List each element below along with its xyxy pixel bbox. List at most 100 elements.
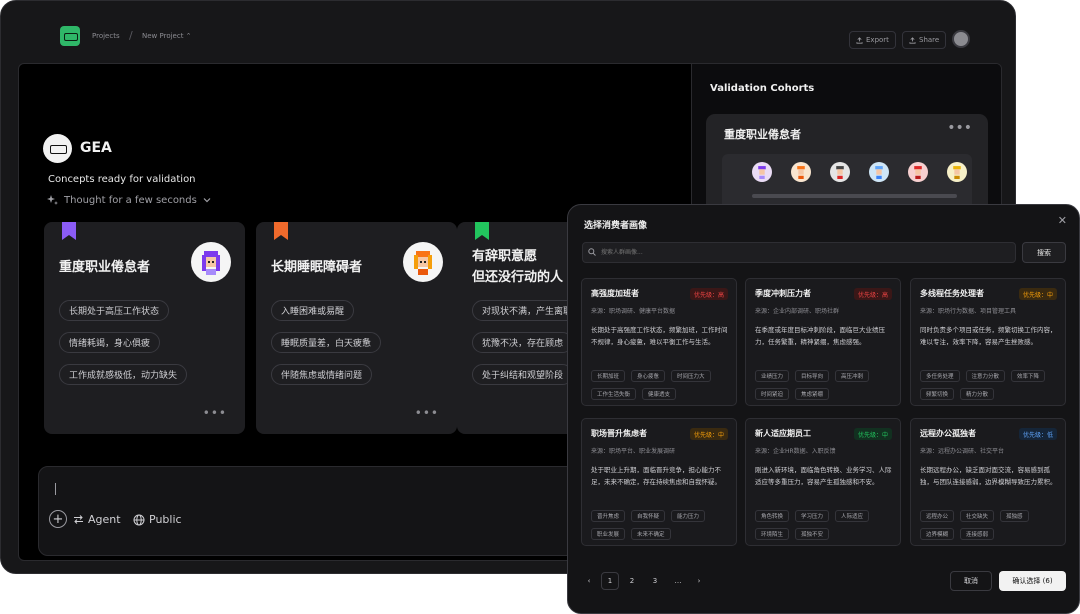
persona-source: 来源：职场平台、职业发展调研 — [591, 448, 676, 455]
persona-tag: 长期加班 — [591, 370, 626, 382]
globe-icon — [133, 514, 145, 525]
cancel-button[interactable]: 取消 — [950, 571, 992, 591]
concept-card[interactable]: 长期睡眠障碍者 入睡困难或易醒 睡眠质量差，白天疲惫 伴随焦虑或情绪问题 ••• — [256, 222, 457, 434]
priority-badge: 优先级：高 — [689, 288, 728, 300]
page-button[interactable]: 2 — [623, 572, 641, 590]
persona-tag: 精力分散 — [960, 388, 995, 400]
card-tag: 处于纠结和观望阶段 — [472, 364, 574, 385]
export-button[interactable]: Export — [849, 31, 896, 49]
persona-card[interactable]: 季度冲刺压力者 优先级：高 来源：企业内部调研、职场社群 在季度或年度目标冲刺阶段，面… — [745, 278, 901, 406]
persona-tag: 身心疲惫 — [631, 370, 666, 382]
persona-tag: 未来不确定 — [631, 528, 671, 540]
add-attachment-button[interactable]: + — [49, 510, 67, 528]
priority-badge: 优先级：中 — [689, 428, 728, 440]
swap-icon — [74, 515, 83, 524]
persona-tag: 业绩压力 — [755, 370, 790, 382]
persona-avatar-icon — [403, 242, 443, 282]
persona-tag: 晋升焦虑 — [591, 510, 626, 522]
page-button[interactable]: 1 — [601, 572, 619, 590]
priority-badge: 优先级：高 — [853, 288, 892, 300]
persona-tag: 孤独感 — [1000, 510, 1029, 522]
chevron-down-icon — [203, 198, 211, 203]
persona-avatar-icon — [191, 242, 231, 282]
card-title-line: 但还没行动的人 — [472, 270, 564, 285]
persona-card[interactable]: 新人适应期员工 优先级：中 来源：企业HR数据、入职反馈 刚进入新环境，面临角色转换、… — [745, 418, 901, 546]
persona-description: 长期远程办公，缺乏面对面交流，容易感到孤独，与团队连接感弱，边界模糊导致压力累积… — [920, 466, 1057, 486]
share-label: Share — [919, 36, 940, 44]
brand-name: GEA — [80, 140, 112, 156]
card-tag: 情绪耗竭，身心俱疲 — [59, 332, 161, 353]
persona-tag: 焦虑紧绷 — [795, 388, 830, 400]
card-title: 有辞职意愿 但还没行动的人 — [472, 246, 563, 288]
persona-source: 来源：职场调研、健康平台数据 — [591, 308, 676, 315]
persona-name: 多线程任务处理者 — [920, 289, 984, 298]
visibility-button[interactable]: Public — [133, 513, 182, 526]
persona-tag: 角色转换 — [755, 510, 790, 522]
next-page-button[interactable]: › — [690, 572, 708, 590]
persona-avatar-icon — [752, 162, 772, 182]
bookmark-icon — [274, 222, 288, 240]
persona-card[interactable]: 职场晋升焦虑者 优先级：中来源：职场平台、职业发展调研处于职业上升期，面临晋升竞争… — [581, 418, 737, 546]
breadcrumb-project[interactable]: New Project ⌃ — [142, 32, 192, 40]
persona-tag: 环境陌生 — [755, 528, 790, 540]
text-cursor — [55, 483, 56, 495]
breadcrumb-separator: / — [129, 29, 133, 42]
card-tag: 对现状不满，产生离职 — [472, 300, 583, 321]
breadcrumb-projects[interactable]: Projects — [92, 32, 120, 40]
persona-avatar-icon — [830, 162, 850, 182]
persona-description: 处于职业上升期，面临晋升竞争，担心能力不足，未来不确定，存在持续焦虑和自我怀疑。 — [591, 466, 721, 486]
thought-toggle[interactable]: Thought for a few seconds — [46, 194, 211, 206]
card-more-button[interactable]: ••• — [415, 406, 439, 420]
sparkle-icon — [47, 195, 58, 205]
share-button[interactable]: Share — [902, 31, 947, 49]
app-logo-icon[interactable] — [60, 26, 80, 46]
cohort-more-button[interactable]: ••• — [947, 120, 972, 136]
export-icon — [856, 36, 863, 44]
persona-name: 职场晋升焦虑者 — [591, 429, 647, 438]
persona-tag: 学习压力 — [795, 510, 830, 522]
page-button[interactable]: 3 — [646, 572, 664, 590]
card-tag: 睡眠质量差，白天疲惫 — [271, 332, 382, 353]
user-avatar[interactable] — [952, 30, 970, 48]
persona-tag: 职业发展 — [591, 528, 626, 540]
search-field[interactable] — [582, 242, 1016, 263]
search-button[interactable]: 搜索 — [1022, 242, 1066, 263]
priority-badge: 优先级：中 — [853, 428, 892, 440]
persona-description: 同时负责多个项目或任务，频繁切换工作内容，难以专注，效率下降，容易产生挫败感。 — [920, 326, 1057, 346]
persona-avatar-icon — [908, 162, 928, 182]
persona-tag: 边界模糊 — [920, 528, 955, 540]
thought-label: Thought for a few seconds — [64, 194, 197, 206]
agent-mode-button[interactable]: Agent — [73, 513, 121, 526]
persona-avatar-icon — [947, 162, 967, 182]
persona-tag: 工作生活失衡 — [591, 388, 637, 400]
search-input[interactable] — [601, 243, 1001, 262]
confirm-button[interactable]: 确认选择 (6) — [999, 571, 1066, 591]
persona-source: 来源：企业HR数据、入职反馈 — [755, 448, 836, 455]
persona-avatar-icon — [869, 162, 889, 182]
persona-tag: 效率下降 — [1011, 370, 1046, 382]
card-tag: 伴随焦虑或情绪问题 — [271, 364, 373, 385]
persona-name: 季度冲刺压力者 — [755, 289, 811, 298]
persona-tag: 注意力分散 — [965, 370, 1006, 382]
persona-tag: 高压冲刺 — [835, 370, 870, 382]
panel-title: Validation Cohorts — [710, 83, 815, 94]
share-icon — [909, 36, 916, 44]
card-tag: 犹豫不决，存在顾虑 — [472, 332, 574, 353]
persona-source: 来源：企业内部调研、职场社群 — [755, 308, 840, 315]
card-more-button[interactable]: ••• — [203, 406, 227, 420]
persona-card[interactable]: 远程办公孤独者 优先级：低 来源：远程办公调研、社交平台 长期远程办公，缺乏面对面交流… — [910, 418, 1066, 546]
persona-card[interactable]: 多线程任务处理者 优先级：中 来源：职场行为数据、项目管理工具 同时负责多个项目或任务… — [910, 278, 1066, 406]
persona-tag: 自我怀疑 — [631, 510, 666, 522]
persona-name: 远程办公孤独者 — [920, 429, 976, 438]
prev-page-button[interactable]: ‹ — [580, 572, 598, 590]
persona-tag: 孤独不安 — [795, 528, 830, 540]
persona-card[interactable]: 高强度加班者 优先级：高 来源：职场调研、健康平台数据 长期处于高强度工作状态，频繁加… — [581, 278, 737, 406]
concept-card[interactable]: 重度职业倦怠者 长期处于高压工作状态 情绪耗竭，身心俱疲 工作成就感极低，动力缺… — [44, 222, 245, 434]
persona-description: 刚进入新环境，面临角色转换、业务学习、人际适应等多重压力，容易产生孤独感和不安。 — [755, 466, 892, 486]
card-tag: 长期处于高压工作状态 — [59, 300, 170, 321]
export-label: Export — [866, 36, 889, 44]
prompt-input[interactable]: + Agent Public — [38, 466, 578, 556]
agent-label: Agent — [88, 513, 121, 526]
close-icon[interactable]: ✕ — [1058, 214, 1067, 227]
persona-source: 来源：职场行为数据、项目管理工具 — [920, 308, 1017, 315]
